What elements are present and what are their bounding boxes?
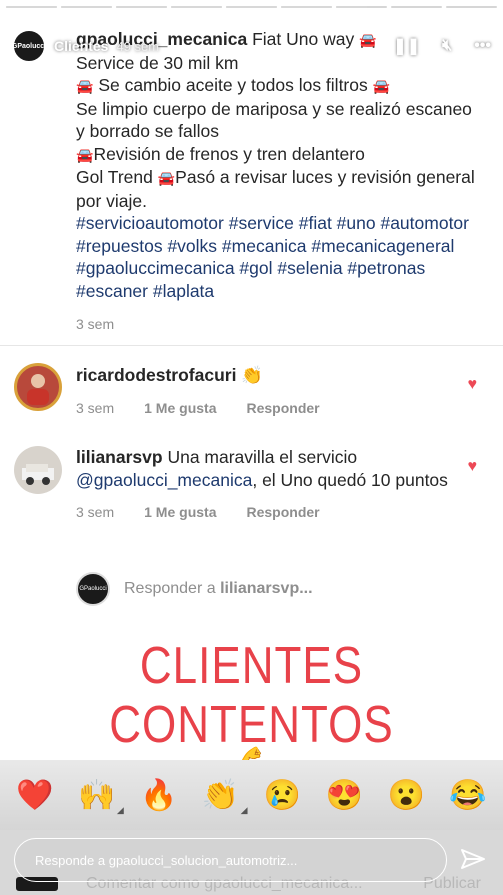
car-icon: 🚘 (157, 170, 176, 186)
story-title[interactable]: Clientes (54, 38, 108, 54)
progress-segment (446, 6, 497, 8)
car-icon: 🚘 (372, 78, 391, 94)
comment-time: 3 sem (76, 504, 115, 520)
avatar: GPaolucci (76, 572, 110, 606)
progress-segment (171, 6, 222, 8)
surprised-reaction-icon[interactable]: 😮 (387, 776, 425, 814)
post-time: 3 sem (76, 316, 115, 332)
fire-reaction-icon[interactable]: 🔥 (140, 776, 178, 814)
pause-icon[interactable]: ❚❚ (393, 36, 420, 56)
progress-segment (336, 6, 387, 8)
caption-line: Gol Trend (76, 167, 153, 187)
avatar[interactable] (14, 446, 62, 494)
avatar-image-icon (27, 374, 49, 405)
message-input[interactable] (35, 852, 446, 868)
like-heart-icon[interactable]: ♥ (468, 458, 478, 476)
message-bar: Comentar como gpaolucci_mecanica... Publ… (0, 830, 503, 895)
story-header: GPaolucci Clientes 49 sem ❚❚ 🔇︎ ••• (12, 28, 491, 64)
hashtags[interactable]: #servicioautomotor #service #fiat #uno #… (76, 213, 469, 301)
story-time: 49 sem (116, 38, 160, 54)
laughing-reaction-icon[interactable]: 😂 (449, 776, 487, 814)
progress-segment (226, 6, 277, 8)
crying-reaction-icon[interactable]: 😢 (263, 776, 301, 814)
raised-hands-reaction-icon[interactable]: 🙌 ◢ (78, 776, 124, 816)
more-options-icon[interactable]: ••• (474, 37, 491, 55)
comment-text: , el Uno quedó 10 puntos (252, 469, 448, 490)
progress-segment (281, 6, 332, 8)
clapping-hands-icon: 👏 (241, 365, 264, 385)
comment-username[interactable]: ricardodestrofacuri (76, 365, 236, 385)
caption-line: Revisión de frenos y tren delantero (93, 143, 365, 164)
car-icon: 🚘 (76, 78, 94, 94)
heart-eyes-reaction-icon[interactable]: 😍 (325, 776, 363, 814)
avatar[interactable] (14, 363, 62, 411)
clapping-reaction-icon[interactable]: 👏 ◢ (202, 776, 248, 816)
reply-input[interactable]: GPaolucci Responder a lilianarsvp... (76, 572, 483, 606)
message-field[interactable] (14, 838, 447, 882)
comment-username[interactable]: lilianarsvp (76, 447, 163, 467)
heart-reaction-icon[interactable]: ❤️ (16, 776, 54, 814)
progress-segment (6, 6, 57, 8)
mute-icon[interactable]: 🔇︎ (442, 37, 452, 55)
progress-segment (391, 6, 442, 8)
likes-count[interactable]: 1 Me gusta (144, 397, 216, 420)
likes-count[interactable]: 1 Me gusta (144, 501, 216, 524)
progress-segment (61, 6, 112, 8)
post-caption-block: gpaolucci_mecanica Fiat Uno way 🚘 Servic… (0, 28, 503, 332)
banner-text: CLIENTES CONTENTOS (109, 637, 394, 754)
caption-line: Se cambio aceite y todos los filtros (98, 75, 368, 95)
reply-button[interactable]: Responder (246, 397, 319, 420)
car-icon: 🚘 (76, 146, 94, 163)
story-avatar[interactable]: GPaolucci (12, 29, 46, 63)
send-icon[interactable] (459, 846, 487, 874)
comment-time: 3 sem (76, 399, 115, 416)
mention-link[interactable]: @gpaolucci_mecanica (76, 470, 252, 490)
comment-text: Una maravilla el servicio (167, 447, 358, 467)
reply-user: lilianarsvp... (220, 580, 313, 597)
divider (0, 345, 503, 346)
progress-segment (116, 6, 167, 8)
quick-reactions-bar: ❤️ 🙌 ◢ 🔥 👏 ◢ 😢 😍 😮 😂 (0, 760, 503, 830)
post-caption: gpaolucci_mecanica Fiat Uno way 🚘 Servic… (76, 28, 485, 302)
reply-button[interactable]: Responder (246, 501, 319, 524)
story-progress (6, 6, 497, 9)
avatar-image-icon (22, 464, 54, 485)
like-heart-icon[interactable]: ♥ (468, 376, 478, 394)
reply-prefix: Responder a (124, 580, 216, 597)
caption-line: Se limpio cuerpo de mariposa y se realiz… (76, 98, 472, 142)
